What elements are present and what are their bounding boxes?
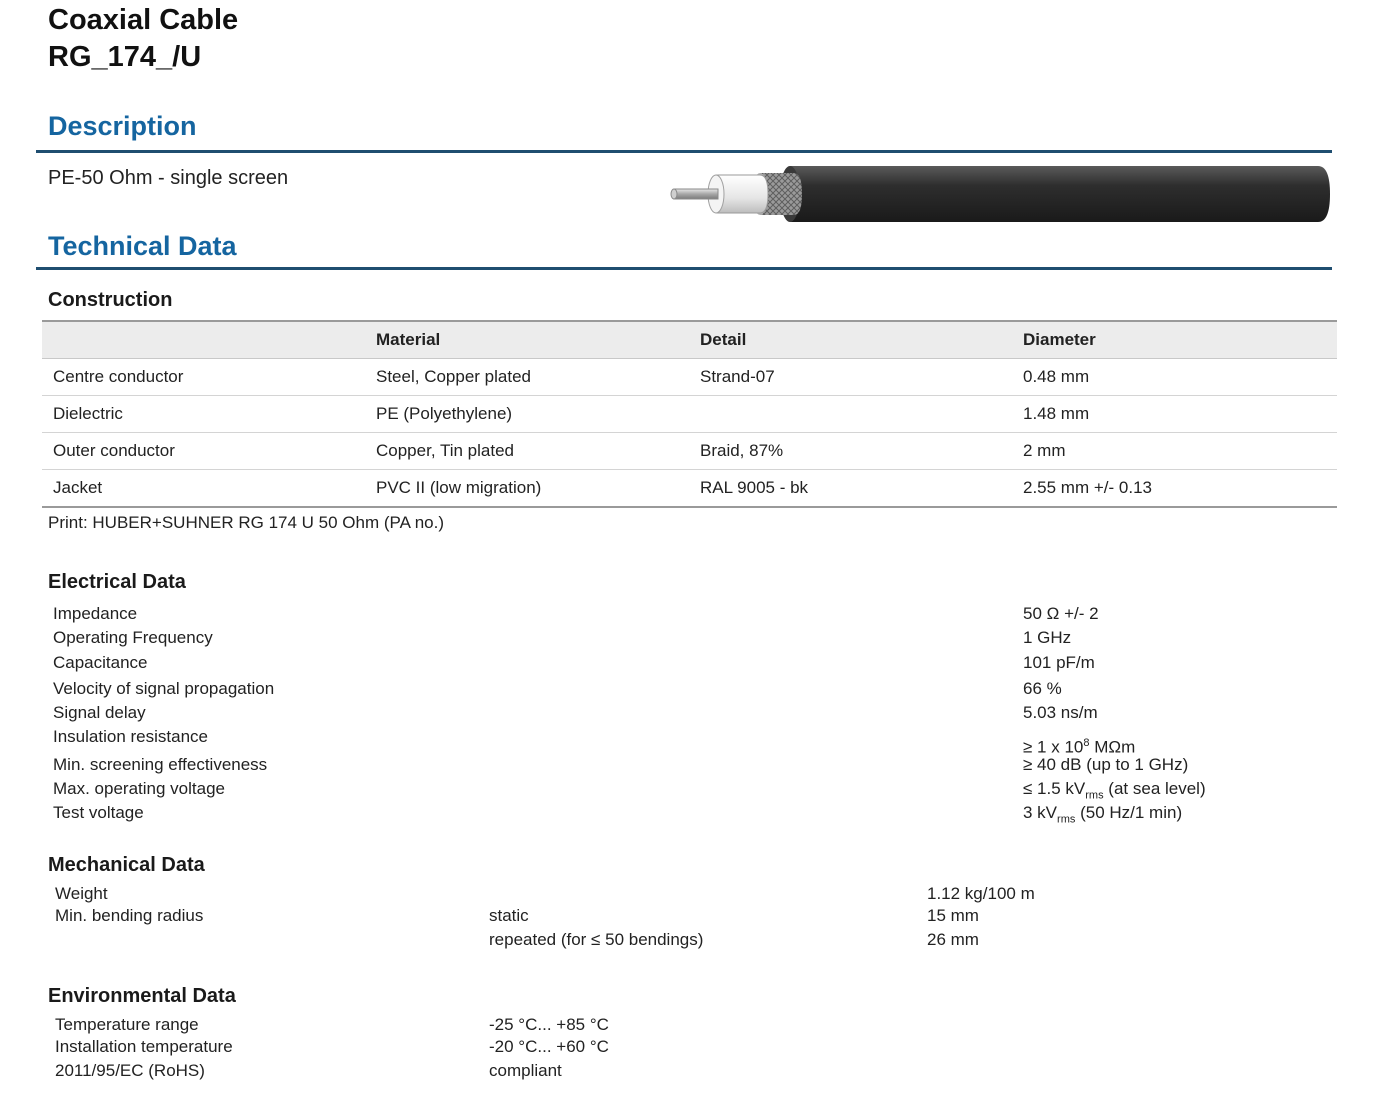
table-cell: 2.55 mm +/- 0.13 (1023, 478, 1152, 497)
repeated-bending-value: 26 mm (927, 930, 979, 949)
environmental-data-heading: Environmental Data (48, 985, 236, 1007)
table-cell: Centre conductor (53, 367, 184, 386)
table-cell: Steel, Copper plated (376, 367, 531, 386)
impedance-value: 50 Ω +/- 2 (1023, 604, 1099, 623)
table-cell: Jacket (53, 478, 103, 497)
table-cell: Braid, 87% (700, 441, 784, 460)
repeated-bending-label: repeated (for ≤ 50 bendings) (489, 930, 704, 949)
insulation-label: Insulation resistance (53, 727, 208, 746)
static-bending-value: 15 mm (927, 906, 979, 925)
weight-label: Weight (55, 884, 108, 903)
velocity-value: 66 % (1023, 679, 1062, 698)
construction-heading: Construction (48, 289, 173, 311)
frequency-value: 1 GHz (1023, 628, 1072, 647)
table-cell: RAL 9005 - bk (700, 478, 809, 497)
column-header-diameter: Diameter (1023, 330, 1096, 349)
product-title-line1: Coaxial Cable (48, 4, 239, 36)
test-voltage-value: 3 kVrms (50 Hz/1 min) (1023, 803, 1183, 826)
column-header-material: Material (376, 330, 441, 349)
signal-delay-label: Signal delay (53, 703, 146, 722)
screening-value: ≥ 40 dB (up to 1 GHz) (1023, 755, 1189, 774)
cable-jacket (790, 166, 1330, 222)
table-cell: Copper, Tin plated (376, 441, 514, 460)
column-header-detail: Detail (700, 330, 747, 349)
temperature-range-label: Temperature range (55, 1015, 199, 1034)
table-row: Centre conductor Steel, Copper plated St… (42, 359, 1337, 395)
construction-header-row: Material Detail Diameter (42, 322, 1337, 359)
table-row: Dielectric PE (Polyethylene) 1.48 mm (42, 395, 1337, 432)
mechanical-data-heading: Mechanical Data (48, 854, 205, 876)
screening-label: Min. screening effectiveness (53, 755, 268, 774)
table-cell: Strand-07 (700, 367, 775, 386)
table-row: Outer conductor Copper, Tin plated Braid… (42, 432, 1337, 469)
installation-temperature-label: Installation temperature (55, 1037, 233, 1056)
max-voltage-label: Max. operating voltage (53, 779, 225, 798)
table-cell: PE (Polyethylene) (376, 404, 513, 423)
technical-data-heading: Technical Data (48, 231, 237, 261)
description-heading: Description (48, 111, 197, 141)
insulation-value: ≥ 1 x 108 MΩm (1023, 737, 1136, 757)
test-voltage-label: Test voltage (53, 803, 144, 822)
table-cell: 2 mm (1023, 441, 1066, 460)
table-row: Jacket PVC II (low migration) RAL 9005 -… (42, 469, 1337, 506)
rohs-value: compliant (489, 1061, 562, 1080)
frequency-label: Operating Frequency (53, 628, 213, 647)
signal-delay-value: 5.03 ns/m (1023, 703, 1098, 722)
table-cell: PVC II (low migration) (376, 478, 542, 497)
table-cell: 1.48 mm (1023, 404, 1090, 423)
installation-temperature-value: -20 °C... +60 °C (489, 1037, 609, 1056)
description-text: PE-50 Ohm - single screen (48, 167, 289, 189)
capacitance-value: 101 pF/m (1023, 653, 1095, 672)
velocity-label: Velocity of signal propagation (53, 679, 275, 698)
table-cell: Outer conductor (53, 441, 175, 460)
technical-data-rule (36, 267, 1332, 270)
cable-centre-conductor (673, 188, 719, 200)
description-rule (36, 150, 1332, 153)
electrical-data-heading: Electrical Data (48, 571, 186, 593)
bending-radius-label: Min. bending radius (55, 906, 204, 925)
construction-table: Material Detail Diameter Centre conducto… (42, 320, 1337, 508)
static-bending-label: static (489, 906, 529, 925)
impedance-label: Impedance (53, 604, 138, 623)
coax-cable-image (670, 166, 1330, 222)
print-note: Print: HUBER+SUHNER RG 174 U 50 Ohm (PA … (48, 513, 445, 532)
max-voltage-value: ≤ 1.5 kVrms (at sea level) (1023, 779, 1206, 802)
rohs-label: 2011/95/EC (RoHS) (55, 1061, 205, 1080)
temperature-range-value: -25 °C... +85 °C (489, 1015, 609, 1034)
table-cell: Dielectric (53, 404, 123, 423)
capacitance-label: Capacitance (53, 653, 148, 672)
table-cell: 0.48 mm (1023, 367, 1090, 386)
product-title-line2: RG_174_/U (48, 41, 202, 73)
weight-value: 1.12 kg/100 m (927, 884, 1035, 903)
